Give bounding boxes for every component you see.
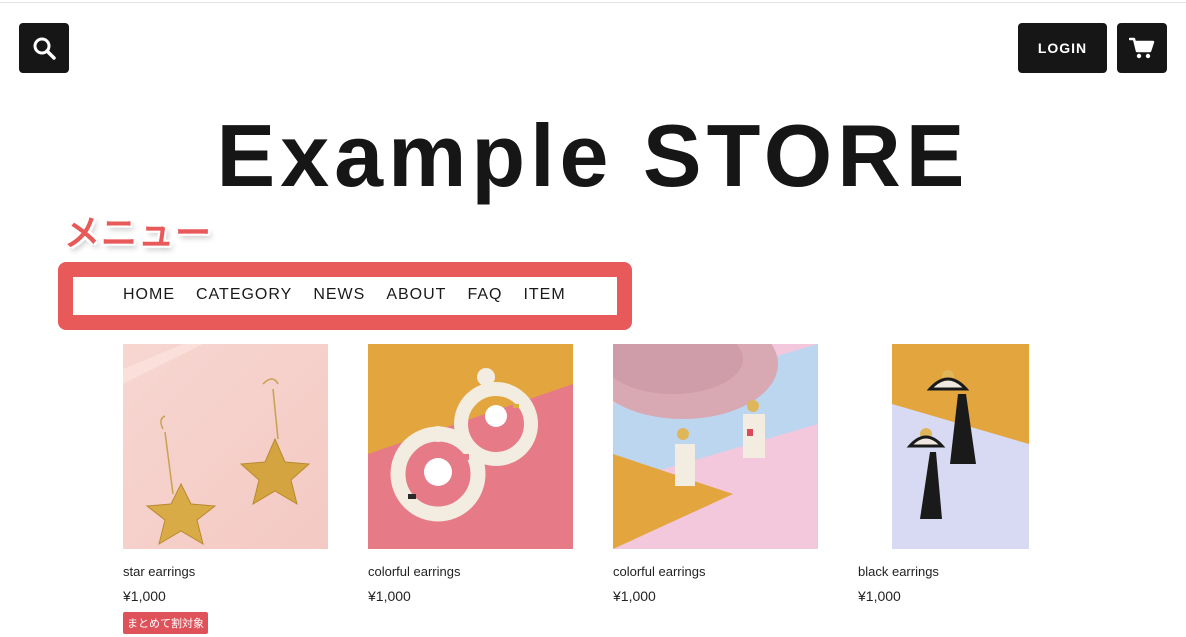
product-price: ¥1,000 bbox=[613, 588, 656, 604]
cart-icon bbox=[1129, 37, 1155, 59]
product-image[interactable] bbox=[123, 344, 328, 549]
nav-item-home[interactable]: HOME bbox=[123, 285, 175, 305]
product-image[interactable] bbox=[858, 344, 1063, 549]
product-price: ¥1,000 bbox=[123, 588, 166, 604]
product-card[interactable]: colorful earrings ¥1,000 bbox=[368, 344, 573, 604]
nav-item-category[interactable]: CATEGORY bbox=[196, 285, 292, 305]
cart-button[interactable] bbox=[1117, 23, 1167, 73]
product-name[interactable]: black earrings bbox=[858, 564, 939, 579]
product-name[interactable]: colorful earrings bbox=[613, 564, 706, 579]
product-image[interactable] bbox=[368, 344, 573, 549]
discount-badge: まとめて割対象 bbox=[123, 612, 208, 634]
top-divider bbox=[0, 2, 1186, 3]
search-button[interactable] bbox=[19, 23, 69, 73]
product-card[interactable]: black earrings ¥1,000 bbox=[858, 344, 1063, 604]
product-price: ¥1,000 bbox=[858, 588, 901, 604]
annotation-label: メニュー bbox=[64, 212, 213, 253]
product-card[interactable]: star earrings ¥1,000 まとめて割対象 bbox=[123, 344, 328, 634]
product-card[interactable]: colorful earrings ¥1,000 bbox=[613, 344, 818, 604]
login-button[interactable]: LOGIN bbox=[1018, 23, 1107, 73]
product-name[interactable]: star earrings bbox=[123, 564, 195, 579]
nav-item-news[interactable]: NEWS bbox=[313, 285, 365, 305]
main-nav: HOME CATEGORY NEWS ABOUT FAQ ITEM bbox=[123, 285, 566, 305]
product-price: ¥1,000 bbox=[368, 588, 411, 604]
nav-item-faq[interactable]: FAQ bbox=[467, 285, 502, 305]
nav-item-about[interactable]: ABOUT bbox=[386, 285, 446, 305]
product-image[interactable] bbox=[613, 344, 818, 549]
product-name[interactable]: colorful earrings bbox=[368, 564, 461, 579]
nav-item-item[interactable]: ITEM bbox=[523, 285, 565, 305]
store-title[interactable]: Example STORE bbox=[0, 106, 1186, 206]
search-icon bbox=[33, 37, 56, 60]
